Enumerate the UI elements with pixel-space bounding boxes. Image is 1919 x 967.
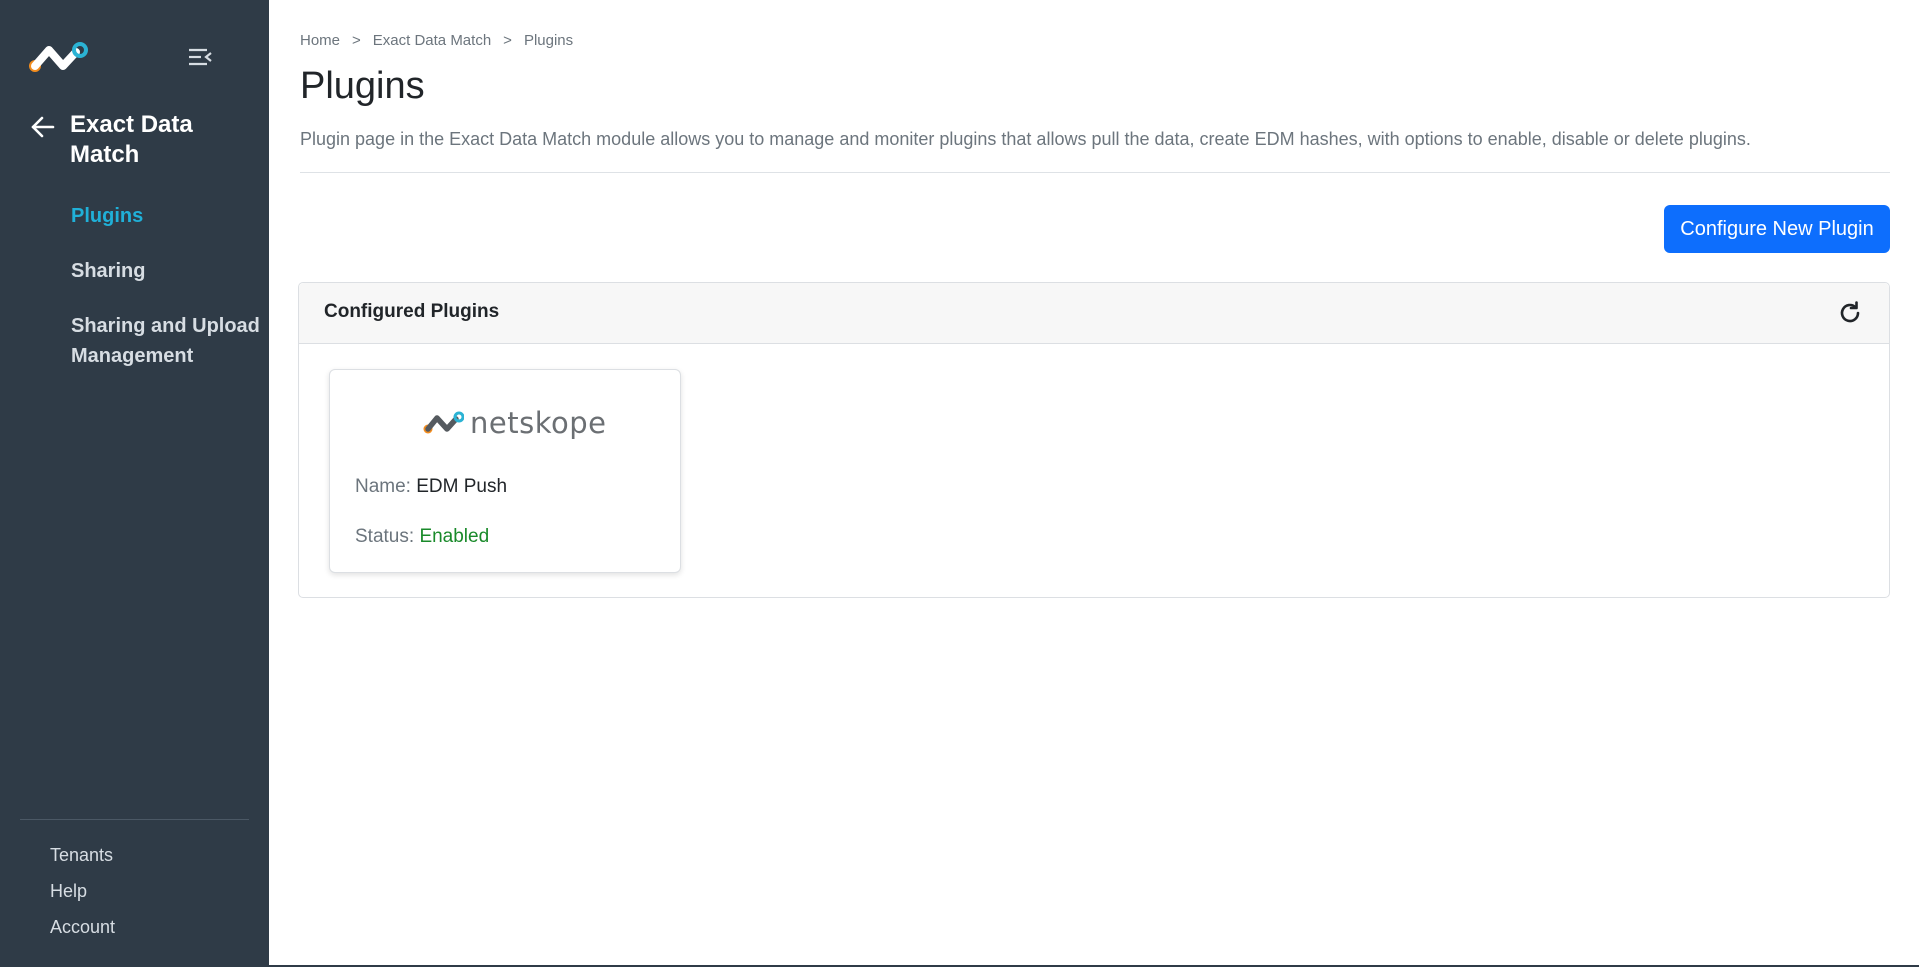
netskope-logo-icon xyxy=(423,411,464,434)
plugin-status-label: Status: xyxy=(355,526,415,547)
menu-collapse-icon[interactable] xyxy=(187,46,213,68)
breadcrumb-exact-data-match[interactable]: Exact Data Match xyxy=(373,32,491,49)
plugin-name-label: Name: xyxy=(355,476,411,497)
breadcrumb-current: Plugins xyxy=(523,32,574,49)
refresh-icon[interactable] xyxy=(1837,300,1863,326)
panel-header: Configured Plugins xyxy=(299,283,1889,344)
header-divider xyxy=(300,172,1890,173)
page-description: Plugin page in the Exact Data Match modu… xyxy=(300,129,1751,149)
sidebar-item-tenants[interactable]: Tenants xyxy=(50,843,113,867)
module-title: Exact Data Match xyxy=(70,111,193,168)
page-title: Plugins xyxy=(300,65,425,107)
breadcrumb-separator: > xyxy=(503,32,512,49)
configure-new-plugin-button[interactable]: Configure New Plugin xyxy=(1664,205,1890,253)
plugin-logo: netskope xyxy=(422,406,606,440)
panel-title: Configured Plugins xyxy=(324,301,500,322)
sidebar-item-sharing[interactable]: Sharing xyxy=(71,256,261,286)
breadcrumb: Home > Exact Data Match > Plugins xyxy=(300,32,573,49)
sidebar-item-plugins[interactable]: Plugins xyxy=(71,201,261,231)
plugin-card[interactable]: netskope Name: EDM Push Status: Enabled xyxy=(329,369,681,573)
sidebar: Exact Data Match Plugins Sharing Sharing… xyxy=(0,0,269,967)
plugin-name-row: Name: EDM Push xyxy=(355,474,507,500)
sidebar-item-help[interactable]: Help xyxy=(50,879,87,903)
configured-plugins-panel: Configured Plugins netskope Name: EDM Pu… xyxy=(298,282,1890,598)
breadcrumb-separator: > xyxy=(352,32,361,49)
plugin-status-value: Enabled xyxy=(419,526,490,547)
plugin-status-row: Status: Enabled xyxy=(355,524,489,550)
sidebar-divider xyxy=(20,819,249,820)
breadcrumb-home[interactable]: Home xyxy=(300,32,340,49)
arrow-left-icon[interactable] xyxy=(30,114,56,140)
sidebar-item-account[interactable]: Account xyxy=(50,915,115,939)
plugin-name-value: EDM Push xyxy=(416,476,508,497)
sidebar-item-sharing-upload-management[interactable]: Sharing and Upload Management xyxy=(71,311,261,371)
plugin-brand: netskope xyxy=(470,406,607,440)
netskope-logo-icon[interactable] xyxy=(26,40,88,81)
